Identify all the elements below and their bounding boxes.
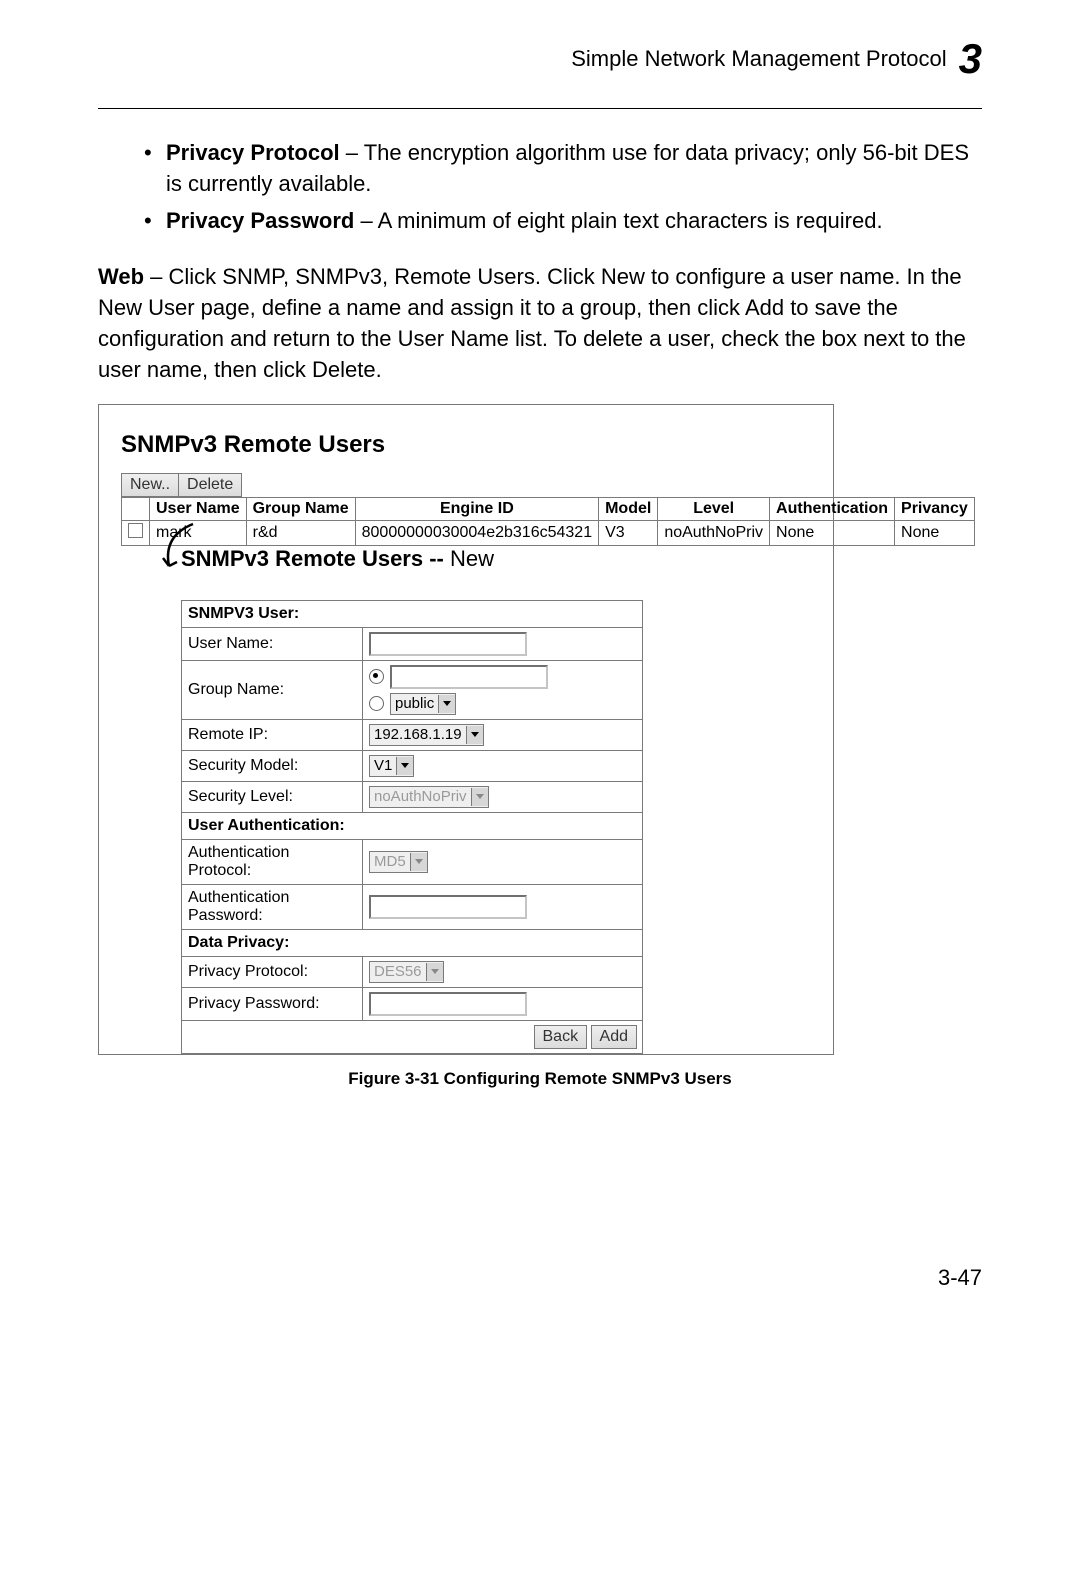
new-user-panel: SNMPv3 Remote Users -- New SNMPV3 User: … [181, 546, 643, 1054]
label-username: User Name: [182, 627, 363, 660]
new-user-title: SNMPv3 Remote Users -- New [181, 546, 643, 572]
group-preset-value: public [395, 695, 434, 712]
priv-password-input[interactable] [369, 992, 527, 1016]
security-model-value: V1 [374, 757, 392, 774]
toolbar: New..Delete [121, 473, 819, 497]
label-auth-protocol: Authentication Protocol: [182, 839, 363, 884]
cell-username: mark [150, 520, 247, 545]
chapter-number: 3 [959, 38, 982, 80]
security-level-select[interactable]: noAuthNoPriv [369, 786, 489, 808]
col-checkbox [122, 497, 150, 520]
page-number: 3-47 [98, 1265, 982, 1291]
label-security-level: Security Level: [182, 781, 363, 812]
users-table: User Name Group Name Engine ID Model Lev… [121, 497, 975, 546]
security-level-value: noAuthNoPriv [374, 788, 467, 805]
remoteip-value: 192.168.1.19 [374, 726, 462, 743]
definition-list: Privacy Protocol – The encryption algori… [144, 137, 982, 237]
chevron-down-icon [466, 726, 483, 744]
term: Privacy Protocol [166, 140, 340, 165]
chevron-down-icon [471, 788, 488, 806]
header-title: Simple Network Management Protocol [571, 46, 946, 72]
priv-protocol-select[interactable]: DES56 [369, 961, 444, 983]
web-instructions: Web – Click SNMP, SNMPv3, Remote Users. … [98, 261, 982, 386]
new-user-form: SNMPV3 User: User Name: Group Name: [181, 600, 643, 1054]
priv-protocol-value: DES56 [374, 963, 422, 980]
title-sub: New [444, 546, 494, 571]
label-security-model: Security Model: [182, 750, 363, 781]
label-auth-password: Authentication Password: [182, 884, 363, 929]
col-username: User Name [150, 497, 247, 520]
page-header: Simple Network Management Protocol 3 [98, 38, 982, 80]
label-priv-password: Privacy Password: [182, 987, 363, 1020]
col-engineid: Engine ID [355, 497, 598, 520]
header-rule [98, 108, 982, 109]
chevron-down-icon [426, 963, 443, 981]
table-header-row: User Name Group Name Engine ID Model Lev… [122, 497, 975, 520]
bullet-privacy-protocol: Privacy Protocol – The encryption algori… [144, 137, 982, 199]
remote-users-list-panel: SNMPv3 Remote Users New..Delete User Nam… [98, 404, 834, 1055]
group-preset-select[interactable]: public [390, 693, 456, 715]
col-level: Level [658, 497, 770, 520]
chevron-down-icon [396, 757, 413, 775]
auth-protocol-value: MD5 [374, 853, 406, 870]
delete-button[interactable]: Delete [178, 473, 242, 497]
desc: – A minimum of eight plain text characte… [354, 208, 882, 233]
group-custom-input[interactable] [390, 665, 548, 689]
section-data-privacy: Data Privacy: [182, 929, 643, 956]
cell-groupname: r&d [246, 520, 355, 545]
group-custom-radio[interactable] [369, 669, 384, 684]
label-priv-protocol: Privacy Protocol: [182, 956, 363, 987]
group-preset-radio[interactable] [369, 696, 384, 711]
label-groupname: Group Name: [182, 660, 363, 719]
back-button[interactable]: Back [534, 1025, 588, 1049]
table-row: mark r&d 80000000030004e2b316c54321 V3 n… [122, 520, 975, 545]
username-input[interactable] [369, 632, 527, 656]
new-button[interactable]: New.. [121, 473, 179, 497]
add-button[interactable]: Add [591, 1025, 637, 1049]
col-auth: Authentication [770, 497, 895, 520]
auth-protocol-select[interactable]: MD5 [369, 851, 428, 873]
panel-title: SNMPv3 Remote Users [121, 431, 819, 459]
form-button-row: Back Add [182, 1020, 643, 1053]
cell-level: noAuthNoPriv [658, 520, 770, 545]
cell-priv: None [895, 520, 975, 545]
chevron-down-icon [438, 695, 455, 713]
chevron-down-icon [410, 853, 427, 871]
body: – Click SNMP, SNMPv3, Remote Users. Clic… [98, 264, 966, 383]
cell-model: V3 [599, 520, 658, 545]
figure-caption: Figure 3-31 Configuring Remote SNMPv3 Us… [98, 1069, 982, 1089]
section-snmpv3-user: SNMPV3 User: [182, 600, 643, 627]
bullet-privacy-password: Privacy Password – A minimum of eight pl… [144, 205, 982, 236]
figure-block: SNMPv3 Remote Users New..Delete User Nam… [98, 404, 982, 1089]
row-checkbox[interactable] [128, 523, 143, 538]
cell-auth: None [770, 520, 895, 545]
remoteip-select[interactable]: 192.168.1.19 [369, 724, 484, 746]
lead: Web [98, 264, 144, 289]
security-model-select[interactable]: V1 [369, 755, 414, 777]
term: Privacy Password [166, 208, 354, 233]
label-remoteip: Remote IP: [182, 719, 363, 750]
col-model: Model [599, 497, 658, 520]
auth-password-input[interactable] [369, 895, 527, 919]
col-priv: Privancy [895, 497, 975, 520]
section-user-auth: User Authentication: [182, 812, 643, 839]
col-groupname: Group Name [246, 497, 355, 520]
title-main: SNMPv3 Remote Users -- [181, 546, 444, 571]
cell-engineid: 80000000030004e2b316c54321 [355, 520, 598, 545]
